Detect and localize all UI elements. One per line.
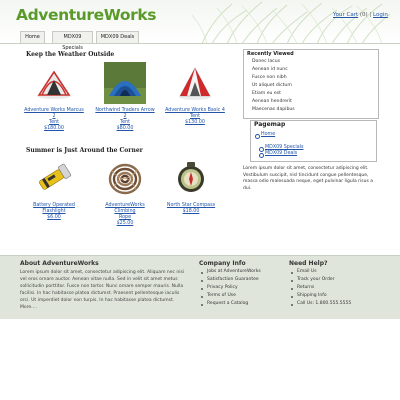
footer-bullet [201, 288, 203, 290]
sidebar-lorem-text: Lorem ipsum dolor sit amet, consectetur … [243, 166, 374, 191]
product-price[interactable]: $80.00 [95, 126, 155, 132]
product-name-link[interactable]: Northwind Traders Arrow 2 Tent [95, 108, 155, 126]
tab-home[interactable]: Home [20, 31, 45, 43]
flashlight-icon[interactable] [33, 157, 75, 199]
footer-about-title: About AdventureWorks [20, 260, 99, 267]
product-name-link[interactable]: AdventureWorks Climbing Rope [95, 203, 155, 221]
cart-login-bar: Your Cart (0) | Login [333, 12, 388, 18]
footer-link-email[interactable]: Email Us [297, 269, 317, 274]
product-card: Northwind Traders Arrow 2 Tent $80.00 [95, 62, 155, 132]
product-price[interactable]: $180.00 [24, 126, 84, 132]
footer-link-jobs[interactable]: Jobs at AdventureWorks [207, 269, 261, 274]
product-card: Adventure Works Basic 4 Tent $130.00 [165, 62, 225, 126]
pagemap-bullet [259, 147, 264, 152]
product-price[interactable]: $18.00 [161, 209, 221, 215]
footer-bullet [201, 280, 203, 282]
footer-bullet [291, 296, 293, 298]
product-price[interactable]: $130.00 [165, 120, 225, 126]
page: AdventureWorks Your Cart (0) | Login Hom… [0, 0, 400, 400]
footer-help-title: Need Help? [289, 260, 328, 267]
tent-red-white-icon[interactable] [174, 62, 216, 104]
pagemap-link-specials[interactable]: MDX09 Specials [265, 145, 304, 150]
footer-bullet [201, 304, 203, 306]
section-title-summer: Summer is Just Around the Corner [26, 147, 143, 154]
footer-call-us: Call Us: 1.800.555.5555 [297, 301, 352, 306]
footer-company-title: Company Info [199, 260, 246, 267]
footer-link-shipping[interactable]: Shipping Info [297, 293, 327, 298]
tab-mdx09-deals[interactable]: MDX09 Deals [96, 31, 139, 43]
pagemap-title: Pagemap [254, 121, 286, 128]
tent-blue-icon[interactable] [104, 62, 146, 104]
product-name-link[interactable]: Battery Operated Flashlight [24, 203, 84, 215]
footer-link-returns[interactable]: Returns [297, 285, 314, 290]
footer-bullet [201, 296, 203, 298]
nav-bar: Home MDX09 Specials MDX09 Deals [0, 31, 400, 51]
footer-bullet [291, 304, 293, 306]
pagemap-bullet [255, 134, 260, 139]
product-card: Battery Operated Flashlight $6.00 [24, 157, 84, 221]
footer-about-text: Lorem ipsum dolor sit amet, consectetur … [20, 270, 185, 310]
compass-icon[interactable] [170, 157, 212, 199]
footer-link-catalog[interactable]: Request a Catalog [207, 301, 248, 306]
tent-red-icon[interactable] [33, 62, 75, 104]
recently-viewed-item[interactable]: Maecenas dapibus [252, 107, 295, 112]
recently-viewed-item[interactable]: Etiam eu est [252, 91, 281, 96]
recently-viewed-item[interactable]: Donec lacus [252, 59, 280, 64]
product-name-link[interactable]: Adventure Works Marcus 2 Tent [24, 108, 84, 126]
recently-viewed-item[interactable]: Ut aliquet dictum [252, 83, 292, 88]
recently-viewed-item[interactable]: Aenean hendrerit [252, 99, 292, 104]
product-name-link[interactable]: Adventure Works Basic 4 Tent [165, 108, 225, 120]
site-logo[interactable]: AdventureWorks [16, 6, 157, 24]
product-price[interactable]: $6.00 [24, 215, 84, 221]
footer-link-track-order[interactable]: Track your Order [297, 277, 335, 282]
footer: About AdventureWorks Lorem ipsum dolor s… [0, 255, 400, 319]
separator: | [369, 12, 372, 18]
footer-bullet [291, 280, 293, 282]
product-card: Adventure Works Marcus 2 Tent $180.00 [24, 62, 84, 132]
product-price[interactable]: $25.00 [95, 221, 155, 227]
login-link[interactable]: Login [373, 12, 388, 18]
pagemap-link-home[interactable]: Home [261, 132, 275, 137]
footer-link-satisfaction[interactable]: Satisfaction Guarantee [207, 277, 259, 282]
pagemap-bullet [259, 153, 264, 158]
cart-count: (0) [359, 12, 368, 18]
footer-bullet [291, 288, 293, 290]
section-title-weather: Keep the Weather Outside [26, 51, 115, 58]
recently-viewed-title: Recently Viewed [247, 51, 294, 57]
recently-viewed-item[interactable]: Fusce non nibh [252, 75, 287, 80]
recently-viewed-item[interactable]: Aenean id nunc [252, 67, 288, 72]
footer-bullet [291, 272, 293, 274]
rope-icon[interactable] [104, 157, 146, 199]
footer-bullet [201, 272, 203, 274]
footer-link-terms[interactable]: Terms of Use [207, 293, 236, 298]
pagemap-link-deals[interactable]: MDX09 Deals [265, 151, 297, 156]
product-card: AdventureWorks Climbing Rope $25.00 [95, 157, 155, 227]
product-card: North Star Compass $18.00 [161, 157, 221, 215]
tab-mdx09-specials[interactable]: MDX09 Specials [52, 31, 93, 51]
cart-link[interactable]: Your Cart [333, 12, 358, 18]
footer-link-privacy[interactable]: Privacy Policy [207, 285, 238, 290]
